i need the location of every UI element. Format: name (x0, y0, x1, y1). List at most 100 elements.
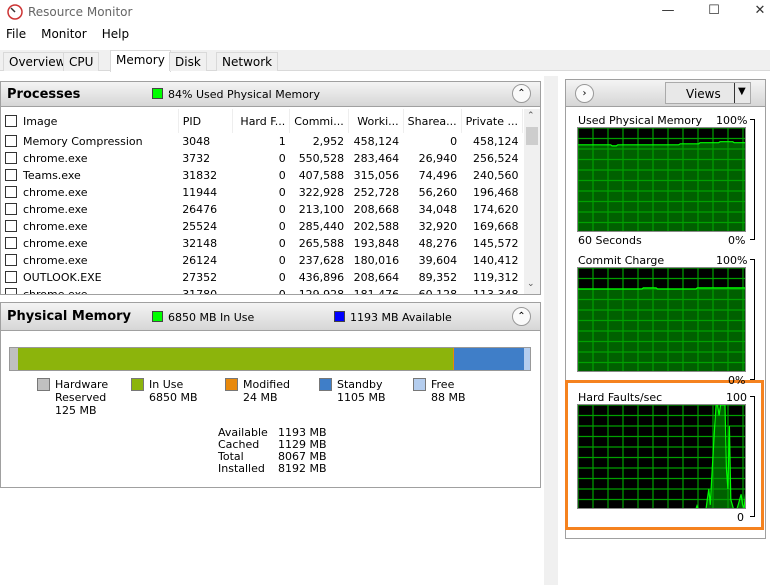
graph-title: Commit Charge (578, 254, 665, 267)
hard-faults-cell: 1 (278, 135, 286, 148)
processes-status: 84% Used Physical Memory (152, 88, 320, 101)
scroll-thumb[interactable] (526, 127, 538, 145)
tab-network[interactable]: Network (216, 52, 279, 71)
private-cell: 256,524 (473, 152, 519, 165)
hard-faults-cell: 0 (278, 186, 286, 199)
tab-cpu[interactable]: CPU (63, 52, 100, 71)
shareable-cell: 39,604 (418, 254, 458, 267)
col-shareable[interactable]: Sharea... (403, 109, 462, 133)
row-checkbox[interactable] (5, 203, 17, 215)
minimize-button[interactable]: — (645, 0, 691, 24)
pid-cell: 3048 (182, 135, 211, 148)
scroll-up-arrow-icon[interactable]: ⌃ (527, 111, 535, 121)
select-all-checkbox[interactable] (5, 114, 17, 127)
menu-bar: File Monitor Help (0, 27, 770, 45)
graph-hard-faults-sec (577, 404, 746, 509)
collapse-button[interactable]: ⌃ (512, 84, 531, 103)
col-commit[interactable]: Commi... (289, 109, 349, 133)
table-row[interactable]: chrome.exe 26476 0 213,100 208,668 34,048 174,… (1, 201, 523, 218)
table-row[interactable]: chrome.exe 11944 0 322,928 252,728 56,260 196,… (1, 184, 523, 201)
legend-swatch (413, 378, 426, 391)
close-button[interactable]: ✕ (737, 0, 770, 24)
expand-button[interactable]: › (575, 84, 594, 103)
graph-commit-charge (577, 267, 746, 372)
pid-cell: 11944 (182, 186, 218, 199)
memory-bar-segment-free (524, 348, 530, 370)
col-image[interactable]: Image (1, 109, 179, 133)
processes-header[interactable]: Processes 84% Used Physical Memory ⌃ (1, 82, 540, 107)
row-checkbox[interactable] (5, 152, 17, 164)
shareable-cell: 89,352 (418, 271, 458, 284)
legend-item: Modified 24 MB (225, 378, 290, 404)
working-set-cell: 252,728 (353, 186, 400, 199)
image-cell: Teams.exe (1, 167, 178, 184)
row-checkbox[interactable] (5, 237, 17, 249)
tab-memory[interactable]: Memory (110, 50, 171, 72)
table-row[interactable]: OUTLOOK.EXE 27352 0 436,896 208,664 89,352 119… (1, 269, 523, 286)
legend-item: Hardware Reserved 125 MB (37, 378, 108, 417)
working-set-cell: 458,124 (353, 135, 400, 148)
pid-cell: 26476 (182, 203, 218, 216)
summary-row: Installed 8192 MB (218, 462, 327, 475)
physical-memory-header[interactable]: Physical Memory 6850 MB In Use 1193 MB A… (1, 303, 540, 331)
col-pid[interactable]: PID (178, 109, 234, 133)
row-checkbox[interactable] (5, 288, 17, 294)
private-cell: 140,412 (473, 254, 519, 267)
private-cell: 458,124 (473, 135, 519, 148)
row-checkbox[interactable] (5, 186, 17, 198)
pid-cell: 31832 (182, 169, 218, 182)
graph-max-label: 100% (716, 254, 748, 267)
main-scrollbar[interactable] (544, 76, 558, 585)
tab-disk[interactable]: Disk (169, 52, 207, 71)
views-dropdown[interactable]: Views ▼ (665, 82, 751, 104)
row-checkbox[interactable] (5, 220, 17, 232)
scroll-down-arrow-icon[interactable]: ⌄ (527, 279, 535, 289)
commit-cell: 213,100 (298, 203, 345, 216)
legend-swatch (225, 378, 238, 391)
graph-title: Used Physical Memory (578, 114, 703, 127)
legend-item: Standby 1105 MB (319, 378, 386, 404)
legend-text: Free (431, 378, 455, 391)
pid-cell: 32148 (182, 237, 218, 250)
row-checkbox[interactable] (5, 135, 17, 147)
table-row[interactable]: chrome.exe 25524 0 285,440 202,588 32,920 169,… (1, 218, 523, 235)
commit-cell: 265,588 (298, 237, 345, 250)
table-row[interactable]: chrome.exe 3732 0 550,528 283,464 26,940 256,5… (1, 150, 523, 167)
table-row[interactable]: chrome.exe 26124 0 237,628 180,016 39,604 140,… (1, 252, 523, 269)
col-hard-faults[interactable]: Hard F... (232, 109, 291, 133)
menu-file[interactable]: File (6, 27, 26, 41)
processes-title: Processes (7, 87, 81, 102)
maximize-button[interactable]: ☐ (691, 0, 737, 24)
row-checkbox[interactable] (5, 254, 17, 266)
legend-text: Standby (337, 378, 383, 391)
working-set-cell: 193,848 (353, 237, 400, 250)
table-row[interactable]: chrome.exe 32148 0 265,588 193,848 48,276 145,… (1, 235, 523, 252)
working-set-cell: 315,056 (353, 169, 400, 182)
menu-help[interactable]: Help (102, 27, 129, 41)
collapse-button[interactable]: ⌃ (512, 307, 531, 326)
row-checkbox[interactable] (5, 271, 17, 283)
working-set-cell: 202,588 (353, 220, 400, 233)
tab-overview[interactable]: Overview (3, 52, 72, 71)
menu-monitor[interactable]: Monitor (41, 27, 87, 41)
legend-swatch (37, 378, 50, 391)
table-row[interactable]: chrome.exe 31780 0 129,928 181,476 60,128 113,… (1, 286, 523, 294)
col-private[interactable]: Private ... (461, 109, 524, 133)
row-checkbox[interactable] (5, 169, 17, 181)
table-row[interactable]: Memory Compression 3048 1 2,952 458,124 0 458,… (1, 133, 523, 150)
table-row[interactable]: Teams.exe 31832 0 407,588 315,056 74,496 240,5… (1, 167, 523, 184)
image-cell: chrome.exe (1, 235, 178, 252)
memory-summary: Available 1193 MB Cached 1129 MB Total 8067 M… (218, 427, 327, 475)
image-cell: chrome.exe (1, 218, 178, 235)
graph-max-label: 100 (726, 391, 747, 404)
processes-scrollbar[interactable]: ⌃ ⌄ (524, 109, 540, 294)
tab-bar: Overview CPU Memory Disk Network (0, 50, 770, 72)
memory-bar (9, 347, 531, 371)
legend-item: Free 88 MB (413, 378, 466, 404)
graph-time-label: 60 Seconds (578, 234, 642, 247)
working-set-cell: 208,668 (353, 203, 400, 216)
private-cell: 119,312 (473, 271, 519, 284)
image-cell: Memory Compression (1, 133, 178, 150)
col-working[interactable]: Worki... (348, 109, 404, 133)
legend-text: Modified (243, 378, 290, 391)
